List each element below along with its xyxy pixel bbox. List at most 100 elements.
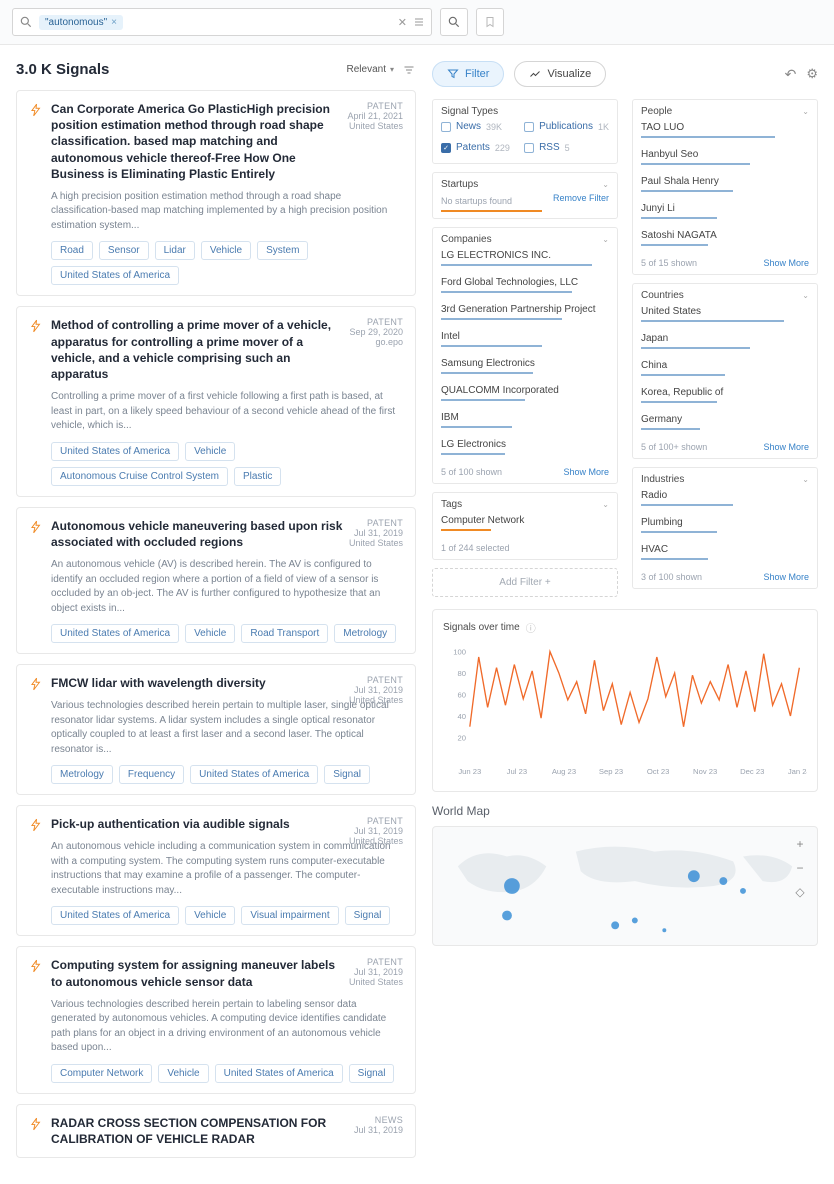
filter-list-item[interactable]: Samsung Electronics [441,353,609,380]
sort-lines-icon[interactable] [402,64,416,76]
filter-list-item[interactable]: Paul Shala Henry [641,171,809,198]
result-tag[interactable]: Vehicle [185,624,235,643]
filter-list-item[interactable]: Ford Global Technologies, LLC [441,272,609,299]
result-tag[interactable]: Computer Network [51,1064,152,1083]
filter-startups-head[interactable]: Startups⌄ [441,179,609,190]
filter-list-item[interactable]: Germany [641,409,809,436]
result-card[interactable]: RADAR CROSS SECTION COMPENSATION FOR CAL… [16,1104,416,1158]
result-tag[interactable]: Visual impairment [241,906,338,925]
settings-icon[interactable]: ⚙ [806,66,818,82]
people-show-more[interactable]: Show More [763,258,809,268]
search-chip[interactable]: "autonomous" × [39,15,123,30]
result-tag[interactable]: Sensor [99,241,149,260]
filter-list-item[interactable]: Intel [441,326,609,353]
filter-list-item[interactable]: Junyi Li [641,198,809,225]
svg-text:80: 80 [457,669,466,678]
filter-signal-types-head[interactable]: Signal Types [441,106,609,117]
bookmark-button[interactable] [476,8,504,36]
result-tag[interactable]: Plastic [234,467,281,486]
filter-people-head[interactable]: People⌄ [641,106,809,117]
signal-type-option[interactable]: Publications1K [524,121,609,132]
result-card[interactable]: Computing system for assigning maneuver … [16,946,416,1093]
result-tag[interactable]: Vehicle [185,906,235,925]
result-tag[interactable]: Road Transport [241,624,328,643]
filter-list-item[interactable]: Hanbyul Seo [641,144,809,171]
result-card[interactable]: Can Corporate America Go PlasticHigh pre… [16,90,416,296]
filter-list-item[interactable]: Plumbing [641,512,809,539]
result-tag[interactable]: United States of America [190,765,318,784]
undo-icon[interactable]: ↶ [785,66,797,83]
result-tag[interactable]: Vehicle [185,442,235,461]
filter-list-item[interactable]: QUALCOMM Incorporated [441,380,609,407]
result-card[interactable]: Method of controlling a prime mover of a… [16,306,416,496]
signal-type-option[interactable]: ✓Patents229 [441,142,514,153]
svg-text:40: 40 [457,712,466,721]
filter-industries-head[interactable]: Industries⌄ [641,474,809,485]
map-zoom-out[interactable]: − [791,859,809,877]
filter-button[interactable]: Filter [432,61,504,87]
filter-list-item[interactable]: TAO LUO [641,117,809,144]
result-tag[interactable]: United States of America [51,906,179,925]
result-tag[interactable]: Vehicle [158,1064,208,1083]
map-reset[interactable]: ◇ [791,883,809,901]
companies-show-more[interactable]: Show More [563,467,609,477]
info-icon[interactable]: ⓘ [526,620,536,635]
countries-show-more[interactable]: Show More [763,442,809,452]
chip-remove-icon[interactable]: × [111,17,117,28]
tags-item[interactable]: Computer Network [441,510,609,537]
countries-shown: 5 of 100+ shown [641,442,707,452]
filter-list-item[interactable]: LG ELECTRONICS INC. [441,245,609,272]
bolt-icon [29,103,43,117]
industries-show-more[interactable]: Show More [763,572,809,582]
result-tag[interactable]: Lidar [155,241,195,260]
filter-list-item[interactable]: HVAC [641,539,809,566]
filter-list-item[interactable]: China [641,355,809,382]
filter-list-item[interactable]: Korea, Republic of [641,382,809,409]
search-button[interactable] [440,8,468,36]
remove-filter-link[interactable]: Remove Filter [553,193,609,203]
signal-type-option[interactable]: RSS5 [524,142,609,153]
result-tag[interactable]: Metrology [334,624,396,643]
sort-dropdown[interactable]: Relevant [347,64,394,75]
chart-signals-over-time: Signals over time ⓘ 20406080100Jun 23Jul… [432,609,818,792]
filter-countries-head[interactable]: Countries⌄ [641,290,809,301]
result-tag[interactable]: Metrology [51,765,113,784]
result-card[interactable]: FMCW lidar with wavelength diversity PAT… [16,664,416,795]
result-tag[interactable]: Autonomous Cruise Control System [51,467,228,486]
search-box[interactable]: "autonomous" × ✕ [12,8,432,36]
filter-list-item[interactable]: Radio [641,485,809,512]
visualize-button[interactable]: Visualize [514,61,606,87]
result-tag[interactable]: System [257,241,308,260]
filter-companies-head[interactable]: Companies⌄ [441,234,609,245]
result-card[interactable]: Autonomous vehicle maneuvering based upo… [16,507,416,654]
search-icon [19,15,33,29]
result-tag[interactable]: Signal [324,765,370,784]
filter-list-item[interactable]: United States [641,301,809,328]
result-tag[interactable]: United States of America [51,624,179,643]
checkbox-icon: ✓ [441,143,451,153]
result-meta: NEWSJul 31, 2019 [354,1115,403,1135]
tags-selected: 1 of 244 selected [441,543,609,553]
filter-list-item[interactable]: Satoshi NAGATA [641,225,809,252]
map-zoom-in[interactable]: + [791,835,809,853]
sliders-icon[interactable] [413,16,425,28]
filter-list-item[interactable]: Japan [641,328,809,355]
filter-list-item[interactable]: IBM [441,407,609,434]
result-tag[interactable]: Signal [349,1064,395,1083]
result-tag[interactable]: Signal [345,906,391,925]
result-tag[interactable]: United States of America [51,266,179,285]
result-tag[interactable]: Road [51,241,93,260]
filter-list-item[interactable]: 3rd Generation Partnership Project [441,299,609,326]
clear-search-icon[interactable]: ✕ [398,16,407,29]
result-tag[interactable]: United States of America [215,1064,343,1083]
svg-text:60: 60 [457,690,466,699]
result-tag[interactable]: Frequency [119,765,184,784]
world-map[interactable]: + − ◇ [432,826,818,946]
result-card[interactable]: Pick-up authentication via audible signa… [16,805,416,936]
result-tag[interactable]: Vehicle [201,241,251,260]
signal-type-option[interactable]: News39K [441,121,514,132]
filter-tags-head[interactable]: Tags⌄ [441,499,609,510]
result-tag[interactable]: United States of America [51,442,179,461]
filter-list-item[interactable]: LG Electronics [441,434,609,461]
add-filter-button[interactable]: Add Filter + [432,568,618,597]
